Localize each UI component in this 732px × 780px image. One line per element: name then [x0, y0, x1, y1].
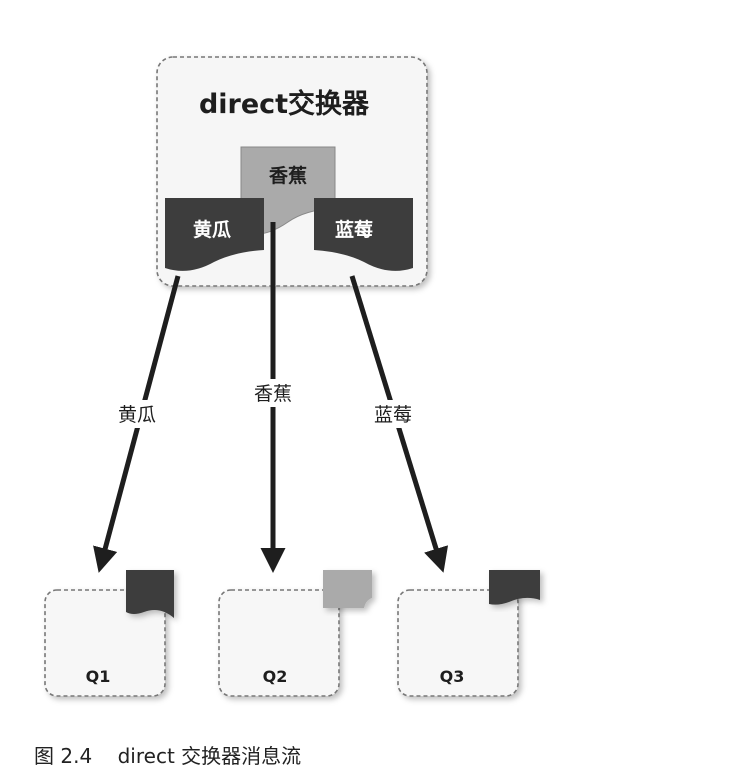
binding-label-banana: 香蕉 — [248, 379, 298, 407]
figure-caption: 图 2.4 direct 交换器消息流 — [34, 740, 301, 769]
queue-q2: Q2 — [218, 570, 372, 697]
queue-message-icon — [489, 570, 540, 605]
message-card-label: 香蕉 — [268, 164, 307, 187]
queue-message-icon — [323, 570, 372, 608]
message-card-label: 蓝莓 — [335, 218, 373, 241]
queue-label: Q3 — [440, 667, 465, 686]
binding-label-cucumber: 黄瓜 — [112, 400, 162, 428]
svg-text:黄瓜: 黄瓜 — [118, 404, 156, 426]
svg-text:香蕉: 香蕉 — [254, 383, 292, 405]
figure-number: 图 2.4 — [34, 744, 93, 768]
queue-q3: Q3 — [397, 570, 540, 697]
figure-caption-text: direct 交换器消息流 — [117, 744, 302, 768]
direct-exchange-diagram: direct交换器 香蕉 黄瓜 蓝莓 黄瓜 香蕉 蓝莓 Q1 Q2 Q3 — [44, 56, 540, 697]
queue-q1: Q1 — [44, 570, 174, 697]
message-card-label: 黄瓜 — [193, 218, 231, 241]
exchange-title: direct交换器 — [199, 88, 370, 120]
binding-label-blueberry: 蓝莓 — [368, 400, 418, 428]
queue-label: Q2 — [263, 667, 288, 686]
queue-label: Q1 — [86, 667, 111, 686]
svg-text:蓝莓: 蓝莓 — [374, 404, 412, 426]
